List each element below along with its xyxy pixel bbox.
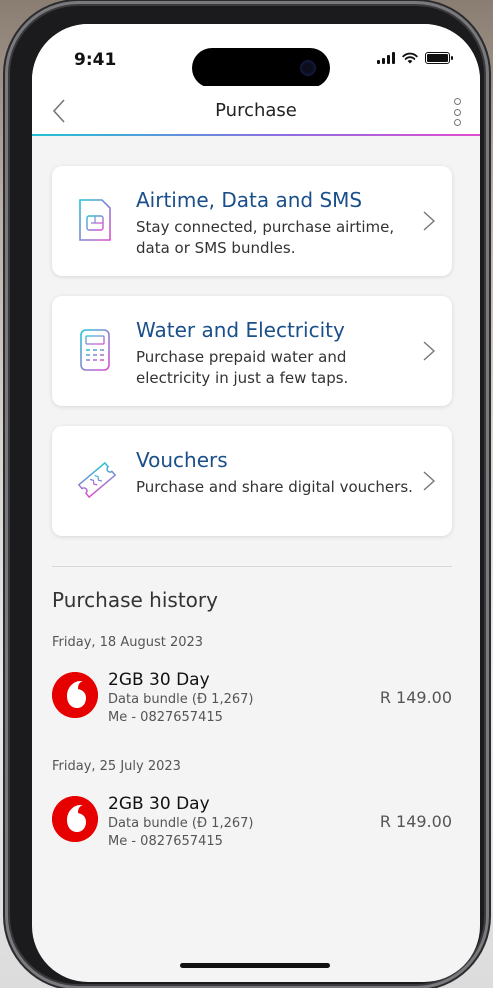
status-icons <box>377 52 453 64</box>
card-title: Airtime, Data and SMS <box>136 188 363 212</box>
card-description: Stay connected, purchase airtime, data o… <box>136 218 395 257</box>
history-item-recipient: Me - 0827657415 <box>108 710 223 725</box>
card-vouchers[interactable]: Vouchers Purchase and share digital vouc… <box>52 426 452 536</box>
battery-icon <box>425 52 453 64</box>
history-date: Friday, 18 August 2023 <box>52 635 204 650</box>
history-item-amount: R 149.00 <box>379 812 452 831</box>
chevron-right-icon <box>423 211 436 231</box>
card-airtime-data-sms[interactable]: Airtime, Data and SMS Stay connected, pu… <box>52 166 452 276</box>
card-title: Vouchers <box>136 448 228 472</box>
history-item-recipient: Me - 0827657415 <box>108 834 223 849</box>
status-time: 9:41 <box>74 50 117 70</box>
vodafone-logo <box>52 796 98 842</box>
dynamic-island <box>192 48 330 88</box>
sim-card-icon <box>79 199 111 241</box>
camera-icon <box>300 60 316 76</box>
nav-bar: Purchase <box>32 86 480 136</box>
history-item[interactable]: 2GB 30 Day Data bundle (Đ 1,267) Me - 08… <box>52 670 452 740</box>
history-item-title: 2GB 30 Day <box>108 794 210 814</box>
history-date: Friday, 25 July 2023 <box>52 759 181 774</box>
history-item-amount: R 149.00 <box>379 688 452 707</box>
status-bar: 9:41 <box>32 24 480 88</box>
home-indicator[interactable] <box>180 963 330 968</box>
card-title: Water and Electricity <box>136 318 345 342</box>
cellular-signal-icon <box>377 52 395 64</box>
screen: 9:41 Purchase Airtime, Data and SMS Stay… <box>32 24 480 982</box>
page-title: Purchase <box>215 100 297 121</box>
chevron-right-icon <box>423 341 436 361</box>
phone-frame: 9:41 Purchase Airtime, Data and SMS Stay… <box>10 6 484 984</box>
purchase-history-heading: Purchase history <box>52 588 218 612</box>
card-description: Purchase and share digital vouchers. <box>136 478 413 496</box>
wifi-icon <box>402 52 418 64</box>
vertical-dots-icon <box>453 98 461 105</box>
more-options-button[interactable] <box>450 98 464 126</box>
header-accent-line <box>32 134 480 136</box>
electricity-meter-icon <box>80 329 110 371</box>
history-item-type: Data bundle (Đ 1,267) <box>108 816 254 831</box>
voucher-ticket-icon <box>77 461 117 499</box>
history-item-title: 2GB 30 Day <box>108 670 210 690</box>
section-divider <box>52 566 452 567</box>
vodafone-logo <box>52 672 98 718</box>
history-item[interactable]: 2GB 30 Day Data bundle (Đ 1,267) Me - 08… <box>52 794 452 864</box>
card-water-electricity[interactable]: Water and Electricity Purchase prepaid w… <box>52 296 452 406</box>
chevron-right-icon <box>423 471 436 491</box>
card-description: Purchase prepaid water and electricity i… <box>136 348 349 387</box>
history-item-type: Data bundle (Đ 1,267) <box>108 692 254 707</box>
